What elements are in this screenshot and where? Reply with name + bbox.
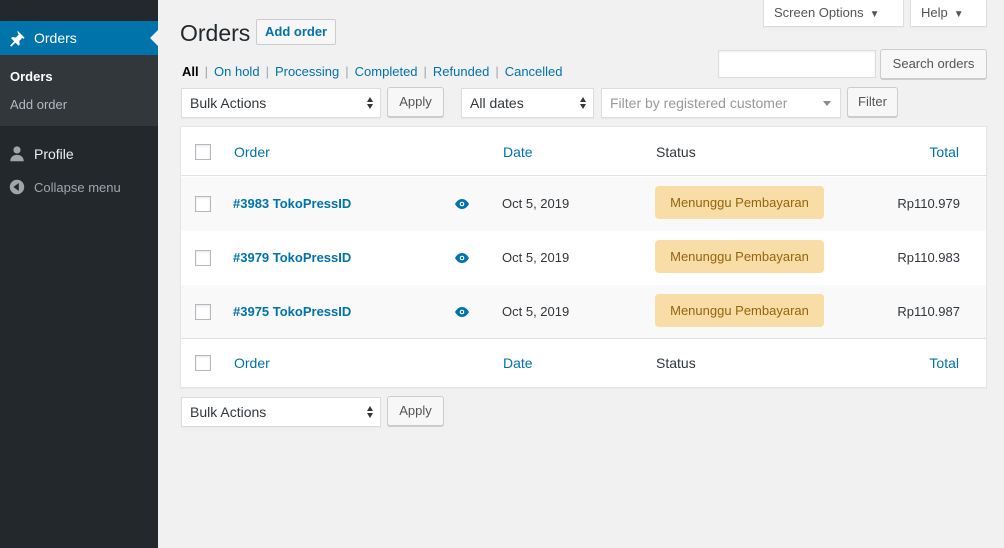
- submenu-item-orders[interactable]: Orders: [10, 69, 53, 84]
- apply-button-bottom[interactable]: Apply: [387, 396, 444, 426]
- row-checkbox[interactable]: [195, 196, 211, 212]
- add-order-button[interactable]: Add order: [256, 19, 337, 45]
- order-status-views: All | On hold | Processing | Completed | Refunde…: [182, 64, 563, 79]
- view-processing[interactable]: Processing: [275, 64, 339, 79]
- caret-down-icon: ▼: [869, 9, 880, 20]
- separator: |: [265, 64, 269, 79]
- order-date: Oct 5, 2019: [502, 196, 570, 211]
- separator: |: [423, 64, 427, 79]
- separator: |: [345, 64, 349, 79]
- help-button[interactable]: Help ▼: [910, 0, 987, 27]
- dates-select[interactable]: All dates: [461, 88, 594, 118]
- sidebar-item-label: Profile: [34, 146, 74, 162]
- status-badge: Menunggu Pembayaran: [655, 240, 824, 273]
- view-all[interactable]: All: [182, 64, 199, 79]
- customer-filter-select[interactable]: Filter by registered customer: [601, 88, 841, 118]
- order-link[interactable]: #3979 TokoPressID: [233, 250, 351, 265]
- order-date: Oct 5, 2019: [502, 250, 570, 265]
- apply-button[interactable]: Apply: [387, 87, 444, 117]
- collapse-menu-button[interactable]: Collapse menu: [0, 172, 158, 202]
- admin-sidebar: Orders Orders Add order Profile Collapse…: [0, 0, 158, 548]
- order-total: Rp110.979: [897, 196, 960, 211]
- separator: |: [495, 64, 499, 79]
- chevron-down-icon: [823, 101, 831, 106]
- bulk-actions-value: Bulk Actions: [190, 404, 267, 420]
- order-total: Rp110.983: [897, 250, 960, 265]
- search-orders-button[interactable]: Search orders: [880, 49, 987, 79]
- eye-icon[interactable]: [455, 253, 469, 263]
- select-arrows-icon: [367, 97, 374, 109]
- screen-options-button[interactable]: Screen Options ▼: [763, 0, 904, 27]
- pin-icon: [10, 30, 25, 47]
- filter-button[interactable]: Filter: [847, 87, 898, 117]
- status-badge: Menunggu Pembayaran: [655, 294, 824, 327]
- submenu-item-add-order[interactable]: Add order: [10, 97, 67, 112]
- user-icon: [10, 146, 24, 162]
- bulk-actions-select-bottom[interactable]: Bulk Actions: [181, 397, 381, 427]
- select-all-checkbox[interactable]: [195, 355, 211, 371]
- table-row: #3979 TokoPressID Oct 5, 2019 Menunggu P…: [181, 231, 986, 285]
- order-date: Oct 5, 2019: [502, 304, 570, 319]
- column-status: Status: [656, 144, 696, 160]
- search-orders-input[interactable]: [718, 50, 876, 78]
- orders-submenu: Orders Add order: [0, 55, 158, 126]
- screen-options-label: Screen Options: [774, 5, 864, 20]
- row-checkbox[interactable]: [195, 250, 211, 266]
- customer-filter-placeholder: Filter by registered customer: [610, 95, 788, 111]
- table-footer: Order Date Status Total: [181, 338, 986, 387]
- separator: |: [204, 64, 209, 79]
- order-link[interactable]: #3983 TokoPressID: [233, 196, 351, 211]
- select-arrows-icon: [580, 97, 587, 109]
- table-header: Order Date Status Total: [181, 127, 986, 176]
- eye-icon[interactable]: [455, 307, 469, 317]
- order-total: Rp110.987: [897, 304, 960, 319]
- bulk-actions-select[interactable]: Bulk Actions: [181, 88, 381, 118]
- dates-value: All dates: [470, 95, 524, 111]
- table-row: #3975 TokoPressID Oct 5, 2019 Menunggu P…: [181, 285, 986, 339]
- order-link[interactable]: #3975 TokoPressID: [233, 304, 351, 319]
- view-cancelled[interactable]: Cancelled: [505, 64, 563, 79]
- column-date[interactable]: Date: [503, 355, 533, 371]
- sidebar-item-label: Orders: [34, 30, 77, 46]
- column-total[interactable]: Total: [929, 355, 959, 371]
- column-order[interactable]: Order: [234, 144, 270, 160]
- orders-table: Order Date Status Total #3983 TokoPressI…: [180, 126, 987, 388]
- active-menu-arrow: [150, 30, 158, 46]
- sidebar-item-profile[interactable]: Profile: [0, 139, 158, 169]
- status-badge: Menunggu Pembayaran: [655, 186, 824, 219]
- view-refunded[interactable]: Refunded: [433, 64, 489, 79]
- collapse-icon: [9, 179, 25, 195]
- column-order[interactable]: Order: [234, 355, 270, 371]
- table-row: #3983 TokoPressID Oct 5, 2019 Menunggu P…: [181, 177, 986, 231]
- view-on-hold[interactable]: On hold: [214, 64, 260, 79]
- column-total[interactable]: Total: [929, 144, 959, 160]
- help-label: Help: [921, 5, 948, 20]
- select-arrows-icon: [367, 406, 374, 418]
- column-status: Status: [656, 355, 696, 371]
- collapse-menu-label: Collapse menu: [34, 180, 121, 195]
- page-title: Orders: [180, 20, 251, 46]
- eye-icon[interactable]: [455, 199, 469, 209]
- caret-down-icon: ▼: [953, 9, 964, 20]
- view-completed[interactable]: Completed: [355, 64, 418, 79]
- column-date[interactable]: Date: [503, 144, 533, 160]
- sidebar-item-orders[interactable]: Orders: [0, 21, 158, 55]
- select-all-checkbox[interactable]: [195, 144, 211, 160]
- row-checkbox[interactable]: [195, 304, 211, 320]
- bulk-actions-value: Bulk Actions: [190, 95, 267, 111]
